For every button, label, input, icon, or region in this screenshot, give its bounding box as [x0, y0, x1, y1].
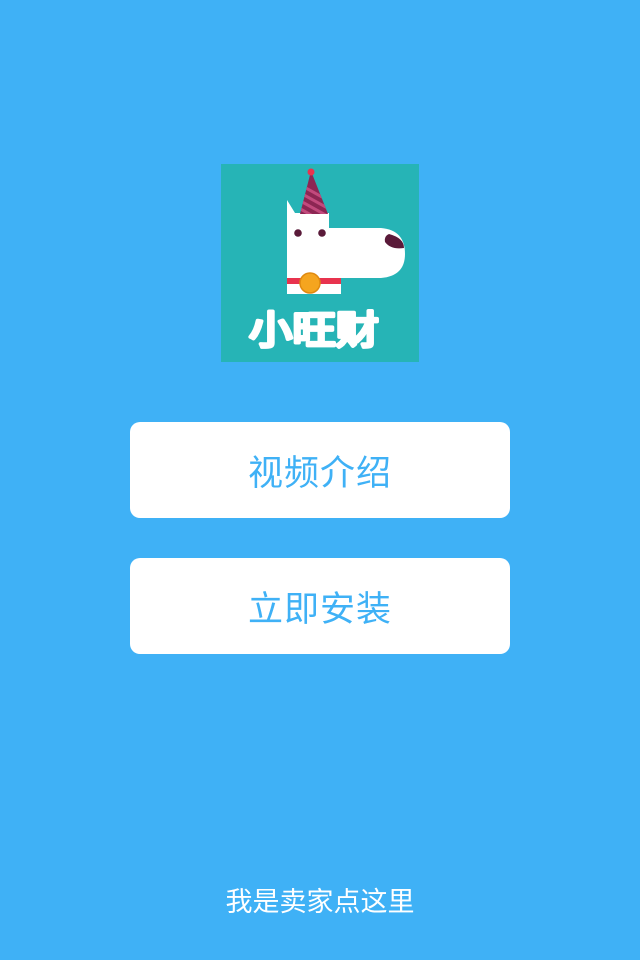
logo-text: 小旺财 — [249, 309, 379, 354]
dog-eye-right-icon — [318, 229, 326, 237]
video-intro-button[interactable]: 视频介绍 — [130, 422, 510, 518]
app-logo: 小旺财 — [221, 164, 419, 362]
dog-with-party-hat-icon: 小旺财 — [221, 164, 419, 362]
dog-eye-left-icon — [294, 229, 302, 237]
app-screen: 小旺财 视频介绍 立即安装 我是卖家点这里 — [0, 0, 640, 960]
install-now-button[interactable]: 立即安装 — [130, 558, 510, 654]
seller-link[interactable]: 我是卖家点这里 — [0, 883, 640, 923]
